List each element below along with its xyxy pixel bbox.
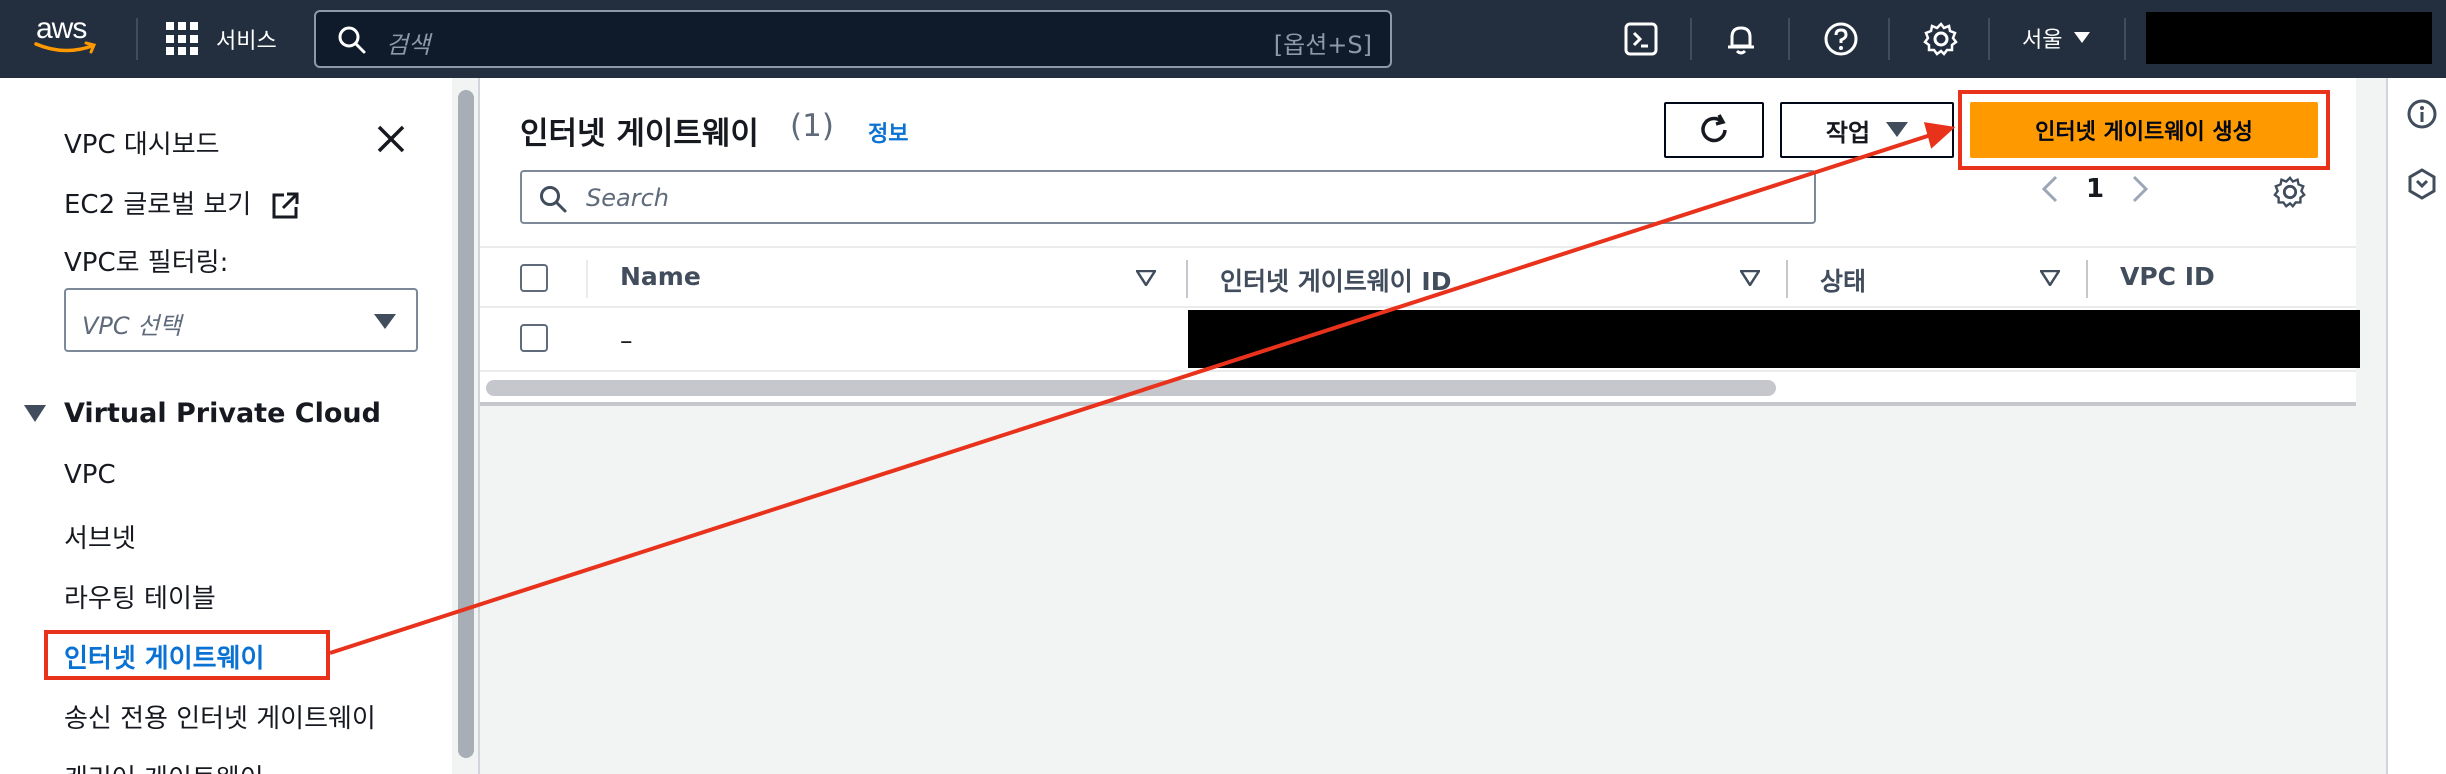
aws-smile-icon (34, 41, 97, 54)
select-all-checkbox[interactable] (520, 264, 548, 292)
hexagon-icon[interactable] (2406, 168, 2438, 200)
caret-down-icon (2074, 32, 2091, 43)
info-link[interactable]: 정보 (868, 116, 908, 148)
chevron-right-icon[interactable] (2130, 174, 2150, 204)
table-search-input[interactable]: Search (520, 170, 1816, 224)
close-icon[interactable] (374, 122, 408, 156)
column-header-vpc-id[interactable]: VPC ID (2120, 262, 2215, 291)
sidebar-item-vpc-dashboard[interactable]: VPC 대시보드 (64, 124, 220, 161)
caret-down-icon (24, 404, 46, 422)
search-icon (338, 26, 366, 54)
cloudshell-icon[interactable] (1622, 20, 1660, 58)
annotation-highlight-sidebar (44, 630, 330, 680)
table-header: Name 인터넷 게이트웨이 ID 상태 VPC ID (480, 246, 2356, 308)
sidebar-item-vpc[interactable]: VPC (64, 460, 116, 490)
column-header-igw-id[interactable]: 인터넷 게이트웨이 ID (1220, 262, 1451, 298)
vpc-filter-placeholder: VPC 선택 (82, 312, 182, 340)
services-menu-button[interactable]: 서비스 (166, 20, 277, 58)
sort-icon[interactable] (1740, 270, 1760, 286)
refresh-icon (1701, 114, 1727, 143)
redacted-row-data (1188, 310, 2360, 368)
region-label: 서울 (2022, 28, 2063, 53)
aws-logo[interactable]: aws (30, 12, 110, 60)
caret-down-icon (1886, 122, 1909, 137)
sidebar-section-vpc[interactable]: Virtual Private Cloud (24, 398, 381, 429)
sidebar-item-subnets[interactable]: 서브넷 (64, 518, 136, 555)
pagination: 1 (2040, 174, 2150, 204)
sidebar-scrollbar-thumb[interactable] (458, 90, 474, 758)
external-link-icon (272, 192, 299, 218)
sort-icon[interactable] (1136, 270, 1156, 286)
horizontal-scrollbar[interactable] (486, 380, 1776, 396)
refresh-button[interactable] (1664, 102, 1764, 158)
global-search-input[interactable]: 검색 [옵션+S] (314, 10, 1392, 68)
info-icon[interactable] (2406, 98, 2438, 130)
search-icon (540, 186, 567, 213)
item-count: (1) (790, 108, 834, 144)
search-shortcut: [옵션+S] (1273, 31, 1372, 59)
help-icon[interactable] (1822, 20, 1860, 58)
grid-icon (166, 22, 200, 56)
account-menu-redacted[interactable] (2146, 12, 2432, 64)
caret-down-icon (374, 314, 396, 329)
row-name-cell: – (620, 326, 633, 355)
gear-icon[interactable] (1922, 20, 1960, 58)
page-title: 인터넷 게이트웨이 (520, 116, 759, 152)
bell-icon[interactable] (1722, 20, 1760, 58)
create-internet-gateway-button[interactable]: 인터넷 게이트웨이 생성 (1970, 102, 2318, 158)
column-header-state[interactable]: 상태 (1820, 262, 1866, 298)
sidebar-item-carrier-gateways[interactable]: 캐리어 게이트웨이 (64, 758, 264, 774)
chevron-left-icon[interactable] (2040, 174, 2060, 204)
region-selector[interactable]: 서울 (2022, 22, 2091, 54)
sidebar-item-ec2-global-view[interactable]: EC2 글로벌 보기 (64, 184, 300, 221)
table-search-placeholder: Search (586, 184, 669, 212)
search-placeholder: 검색 (386, 31, 431, 59)
table-settings-icon[interactable] (2272, 174, 2308, 210)
top-navigation-bar: aws 서비스 검색 [옵션+S] 서울 (0, 0, 2446, 78)
sidebar-item-route-tables[interactable]: 라우팅 테이블 (64, 578, 216, 615)
left-sidebar: VPC 대시보드 EC2 글로벌 보기 VPC로 필터링: VPC 선택 Vir… (0, 78, 452, 774)
nav-divider (136, 18, 138, 60)
column-header-name[interactable]: Name (620, 262, 701, 291)
services-label: 서비스 (216, 29, 277, 54)
vpc-filter-select[interactable]: VPC 선택 (64, 288, 418, 352)
table-row[interactable]: – (480, 308, 2360, 372)
sort-icon[interactable] (2040, 270, 2060, 286)
vpc-filter-label: VPC로 필터링: (64, 248, 229, 278)
sidebar-item-egress-only-igw[interactable]: 송신 전용 인터넷 게이트웨이 (64, 698, 376, 735)
actions-dropdown-button[interactable]: 작업 (1780, 102, 1954, 158)
internet-gateways-table-panel: 인터넷 게이트웨이 (1) 정보 작업 인터넷 게이트웨이 생성 Search … (480, 78, 2360, 406)
page-number[interactable]: 1 (2086, 174, 2104, 204)
right-tools-rail (2386, 78, 2446, 774)
main-content: 인터넷 게이트웨이 (1) 정보 작업 인터넷 게이트웨이 생성 Search … (480, 78, 2386, 774)
row-checkbox[interactable] (520, 324, 548, 352)
